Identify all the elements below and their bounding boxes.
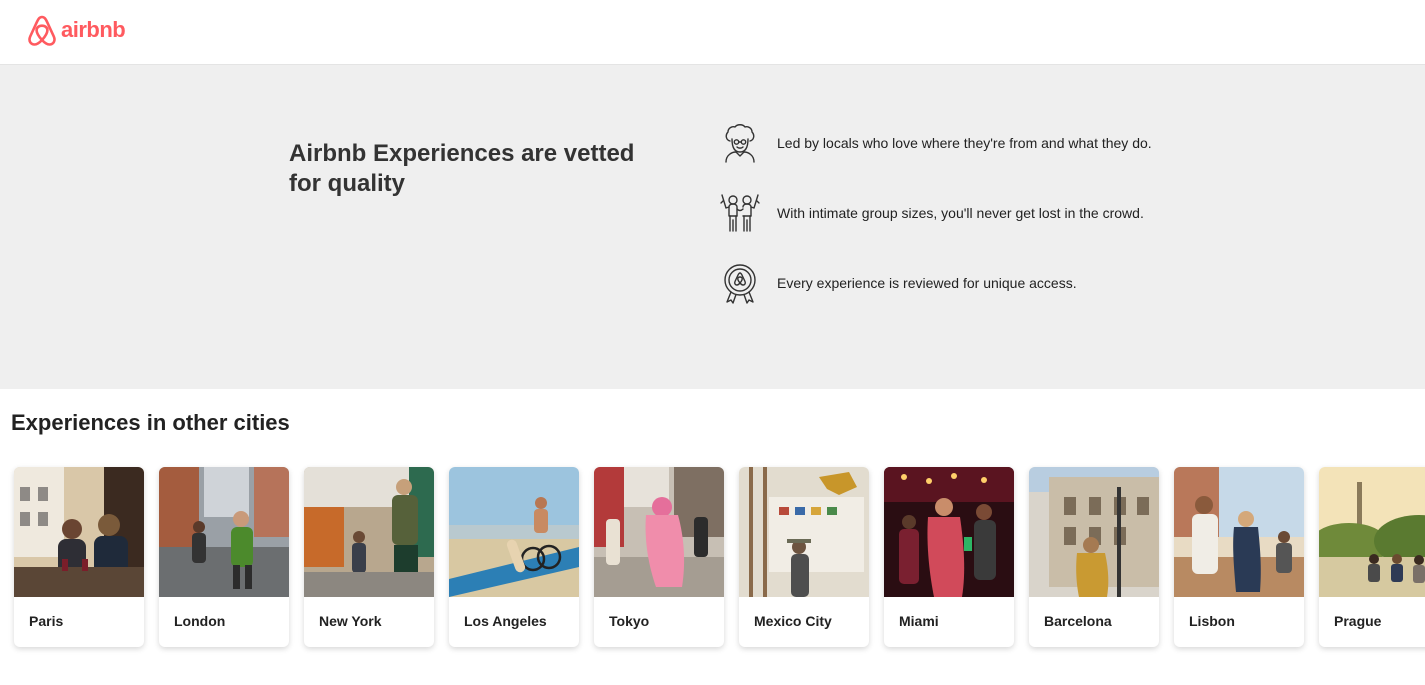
- city-name: Lisbon: [1189, 613, 1235, 629]
- top-header: airbnb: [0, 0, 1425, 65]
- city-photo: [1319, 467, 1425, 597]
- reviewed-badge-icon: [724, 264, 756, 304]
- city-name: Paris: [29, 613, 64, 629]
- city-name: Barcelona: [1044, 613, 1112, 629]
- city-card-tokyo[interactable]: Tokyo: [594, 467, 724, 647]
- feature-text: Led by locals who love where they're fro…: [777, 135, 1152, 151]
- feature-group-size: With intimate group sizes, you'll never …: [718, 191, 1144, 235]
- feature-reviewed: Every experience is reviewed for unique …: [718, 261, 1077, 305]
- airbnb-belo-icon: [28, 15, 56, 46]
- city-card-london[interactable]: London: [159, 467, 289, 647]
- city-card-barcelona[interactable]: Barcelona: [1029, 467, 1159, 647]
- city-photo: [14, 467, 144, 597]
- city-card-new-york[interactable]: New York: [304, 467, 434, 647]
- logo-wordmark: airbnb: [61, 17, 126, 42]
- city-photo: [884, 467, 1014, 597]
- quality-hero: Airbnb Experiences are vetted for qualit…: [0, 65, 1425, 389]
- local-host-icon: [725, 124, 755, 163]
- city-photo: [1174, 467, 1304, 597]
- feature-text: With intimate group sizes, you'll never …: [777, 205, 1144, 221]
- city-card-mexico-city[interactable]: Mexico City: [739, 467, 869, 647]
- city-name: Los Angeles: [464, 613, 547, 629]
- city-photo: [594, 467, 724, 597]
- city-photo: [449, 467, 579, 597]
- city-name: Tokyo: [609, 613, 650, 629]
- city-photo: [304, 467, 434, 597]
- feature-local-hosts: Led by locals who love where they're fro…: [718, 121, 1152, 165]
- city-card-paris[interactable]: Paris: [14, 467, 144, 647]
- city-name: Mexico City: [754, 613, 832, 629]
- city-card-miami[interactable]: Miami: [884, 467, 1014, 647]
- city-photo: [739, 467, 869, 597]
- feature-text: Every experience is reviewed for unique …: [777, 275, 1077, 291]
- city-name: New York: [319, 613, 382, 629]
- city-name: Miami: [899, 613, 939, 629]
- hero-title: Airbnb Experiences are vetted for qualit…: [289, 140, 635, 197]
- cities-carousel: Paris London New York Los Angeles Tokyo …: [14, 467, 1425, 657]
- city-name: Prague: [1334, 613, 1382, 629]
- city-photo: [1029, 467, 1159, 597]
- city-name: London: [174, 613, 226, 629]
- small-group-icon: [720, 194, 760, 232]
- city-card-lisbon[interactable]: Lisbon: [1174, 467, 1304, 647]
- airbnb-logo-link[interactable]: airbnb: [27, 13, 126, 47]
- other-cities-title: Experiences in other cities: [11, 410, 290, 435]
- city-card-los-angeles[interactable]: Los Angeles: [449, 467, 579, 647]
- city-photo: [159, 467, 289, 597]
- city-card-prague[interactable]: Prague: [1319, 467, 1425, 647]
